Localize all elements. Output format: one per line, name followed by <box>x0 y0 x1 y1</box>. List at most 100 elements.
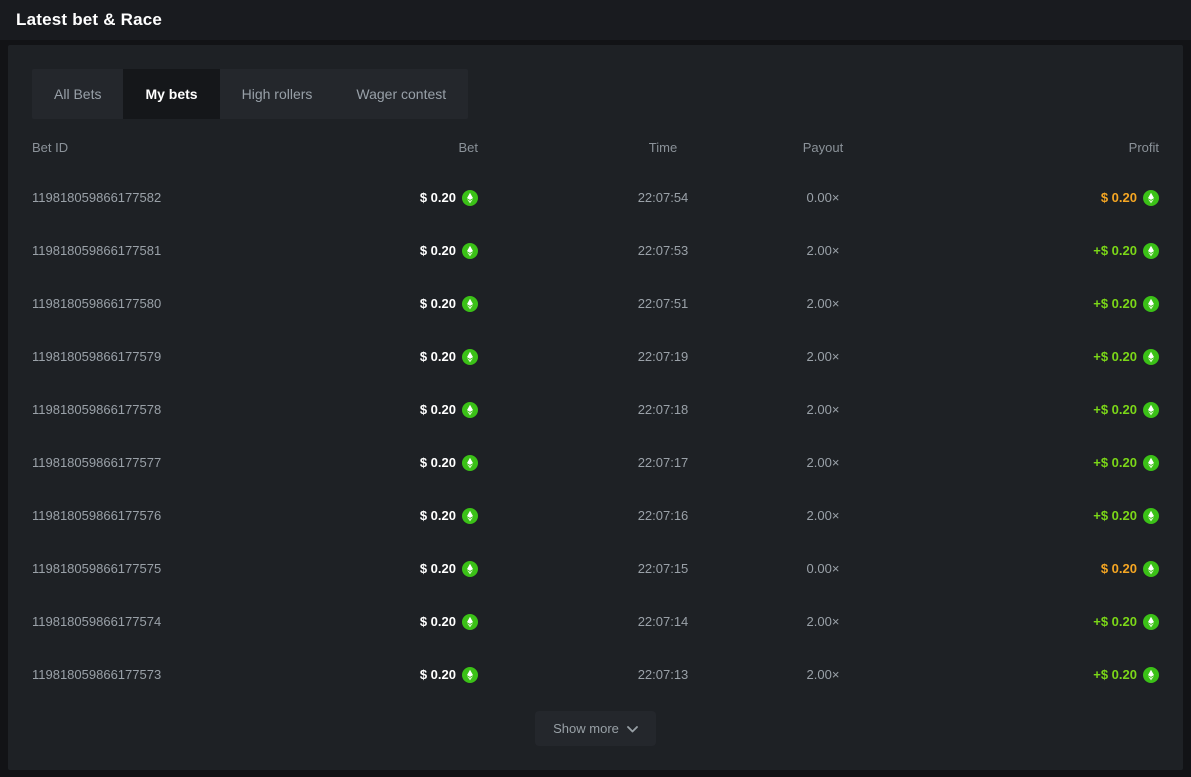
payout-cell: 2.00× <box>743 455 903 470</box>
green-coin-icon <box>462 296 478 312</box>
tab-my-bets[interactable]: My bets <box>123 69 219 119</box>
bet-amount: $ 0.20 <box>420 402 456 417</box>
green-coin-icon <box>462 614 478 630</box>
time-cell: 22:07:17 <box>583 455 743 470</box>
green-coin-icon <box>462 190 478 206</box>
bet-amount: $ 0.20 <box>420 190 456 205</box>
profit-amount: +$ 0.20 <box>1093 455 1137 470</box>
page-title: Latest bet & Race <box>16 10 162 30</box>
latest-bets-panel: All Bets My bets High rollers Wager cont… <box>8 45 1183 770</box>
time-cell: 22:07:51 <box>583 296 743 311</box>
profit-cell: +$ 0.20 <box>903 349 1159 365</box>
green-coin-icon <box>1143 243 1159 259</box>
profit-amount: +$ 0.20 <box>1093 667 1137 682</box>
green-coin-icon <box>1143 561 1159 577</box>
payout-cell: 2.00× <box>743 402 903 417</box>
tab-all-bets[interactable]: All Bets <box>32 69 123 119</box>
tab-high-rollers[interactable]: High rollers <box>220 69 335 119</box>
tab-wager-contest[interactable]: Wager contest <box>334 69 468 119</box>
green-coin-icon <box>1143 190 1159 206</box>
bets-tab-bar: All Bets My bets High rollers Wager cont… <box>32 69 468 119</box>
bets-table: Bet ID Bet Time Payout Profit 1198180598… <box>8 123 1183 701</box>
top-bar: Latest bet & Race <box>0 0 1191 40</box>
bet-amount: $ 0.20 <box>420 349 456 364</box>
time-cell: 22:07:19 <box>583 349 743 364</box>
payout-cell: 0.00× <box>743 190 903 205</box>
green-coin-icon <box>1143 508 1159 524</box>
bet-cell: $ 0.20 <box>282 455 478 471</box>
profit-amount: +$ 0.20 <box>1093 296 1137 311</box>
time-cell: 22:07:15 <box>583 561 743 576</box>
profit-amount: +$ 0.20 <box>1093 243 1137 258</box>
profit-cell: +$ 0.20 <box>903 243 1159 259</box>
bet-cell: $ 0.20 <box>282 561 478 577</box>
payout-cell: 2.00× <box>743 243 903 258</box>
bet-amount: $ 0.20 <box>420 296 456 311</box>
bet-amount: $ 0.20 <box>420 243 456 258</box>
column-header-profit: Profit <box>903 140 1159 155</box>
table-body: 119818059866177582 $ 0.20 22:07:54 0.00×… <box>8 171 1183 701</box>
time-cell: 22:07:53 <box>583 243 743 258</box>
bet-cell: $ 0.20 <box>282 243 478 259</box>
bet-amount: $ 0.20 <box>420 455 456 470</box>
payout-cell: 2.00× <box>743 508 903 523</box>
profit-amount: $ 0.20 <box>1101 190 1137 205</box>
column-header-bet-id: Bet ID <box>32 140 282 155</box>
green-coin-icon <box>462 508 478 524</box>
profit-cell: +$ 0.20 <box>903 508 1159 524</box>
table-row: 119818059866177574 $ 0.20 22:07:14 2.00×… <box>8 595 1183 648</box>
time-cell: 22:07:14 <box>583 614 743 629</box>
time-cell: 22:07:13 <box>583 667 743 682</box>
bet-cell: $ 0.20 <box>282 296 478 312</box>
column-header-payout: Payout <box>743 140 903 155</box>
bet-cell: $ 0.20 <box>282 614 478 630</box>
profit-amount: +$ 0.20 <box>1093 614 1137 629</box>
green-coin-icon <box>1143 349 1159 365</box>
bet-id-cell: 119818059866177573 <box>32 667 282 682</box>
bet-cell: $ 0.20 <box>282 667 478 683</box>
bet-cell: $ 0.20 <box>282 508 478 524</box>
bet-cell: $ 0.20 <box>282 190 478 206</box>
time-cell: 22:07:16 <box>583 508 743 523</box>
profit-amount: +$ 0.20 <box>1093 402 1137 417</box>
bet-id-cell: 119818059866177580 <box>32 296 282 311</box>
table-row: 119818059866177573 $ 0.20 22:07:13 2.00×… <box>8 648 1183 701</box>
green-coin-icon <box>462 667 478 683</box>
bet-id-cell: 119818059866177578 <box>32 402 282 417</box>
payout-cell: 0.00× <box>743 561 903 576</box>
table-header-row: Bet ID Bet Time Payout Profit <box>8 123 1183 171</box>
profit-cell: +$ 0.20 <box>903 667 1159 683</box>
bet-amount: $ 0.20 <box>420 508 456 523</box>
bet-amount: $ 0.20 <box>420 614 456 629</box>
chevron-down-icon <box>627 721 638 736</box>
bet-cell: $ 0.20 <box>282 402 478 418</box>
time-cell: 22:07:18 <box>583 402 743 417</box>
bet-id-cell: 119818059866177579 <box>32 349 282 364</box>
profit-amount: +$ 0.20 <box>1093 508 1137 523</box>
table-row: 119818059866177576 $ 0.20 22:07:16 2.00×… <box>8 489 1183 542</box>
bet-cell: $ 0.20 <box>282 349 478 365</box>
table-row: 119818059866177578 $ 0.20 22:07:18 2.00×… <box>8 383 1183 436</box>
bet-amount: $ 0.20 <box>420 561 456 576</box>
payout-cell: 2.00× <box>743 349 903 364</box>
bet-id-cell: 119818059866177575 <box>32 561 282 576</box>
profit-cell: +$ 0.20 <box>903 296 1159 312</box>
show-more-button[interactable]: Show more <box>535 711 656 746</box>
table-row: 119818059866177581 $ 0.20 22:07:53 2.00×… <box>8 224 1183 277</box>
column-header-bet: Bet <box>282 140 478 155</box>
column-header-time: Time <box>583 140 743 155</box>
green-coin-icon <box>462 455 478 471</box>
green-coin-icon <box>462 561 478 577</box>
table-row: 119818059866177575 $ 0.20 22:07:15 0.00×… <box>8 542 1183 595</box>
green-coin-icon <box>462 243 478 259</box>
table-row: 119818059866177579 $ 0.20 22:07:19 2.00×… <box>8 330 1183 383</box>
green-coin-icon <box>1143 455 1159 471</box>
payout-cell: 2.00× <box>743 296 903 311</box>
profit-cell: $ 0.20 <box>903 561 1159 577</box>
green-coin-icon <box>462 349 478 365</box>
profit-amount: $ 0.20 <box>1101 561 1137 576</box>
bet-amount: $ 0.20 <box>420 667 456 682</box>
profit-cell: +$ 0.20 <box>903 455 1159 471</box>
profit-cell: +$ 0.20 <box>903 614 1159 630</box>
bet-id-cell: 119818059866177581 <box>32 243 282 258</box>
